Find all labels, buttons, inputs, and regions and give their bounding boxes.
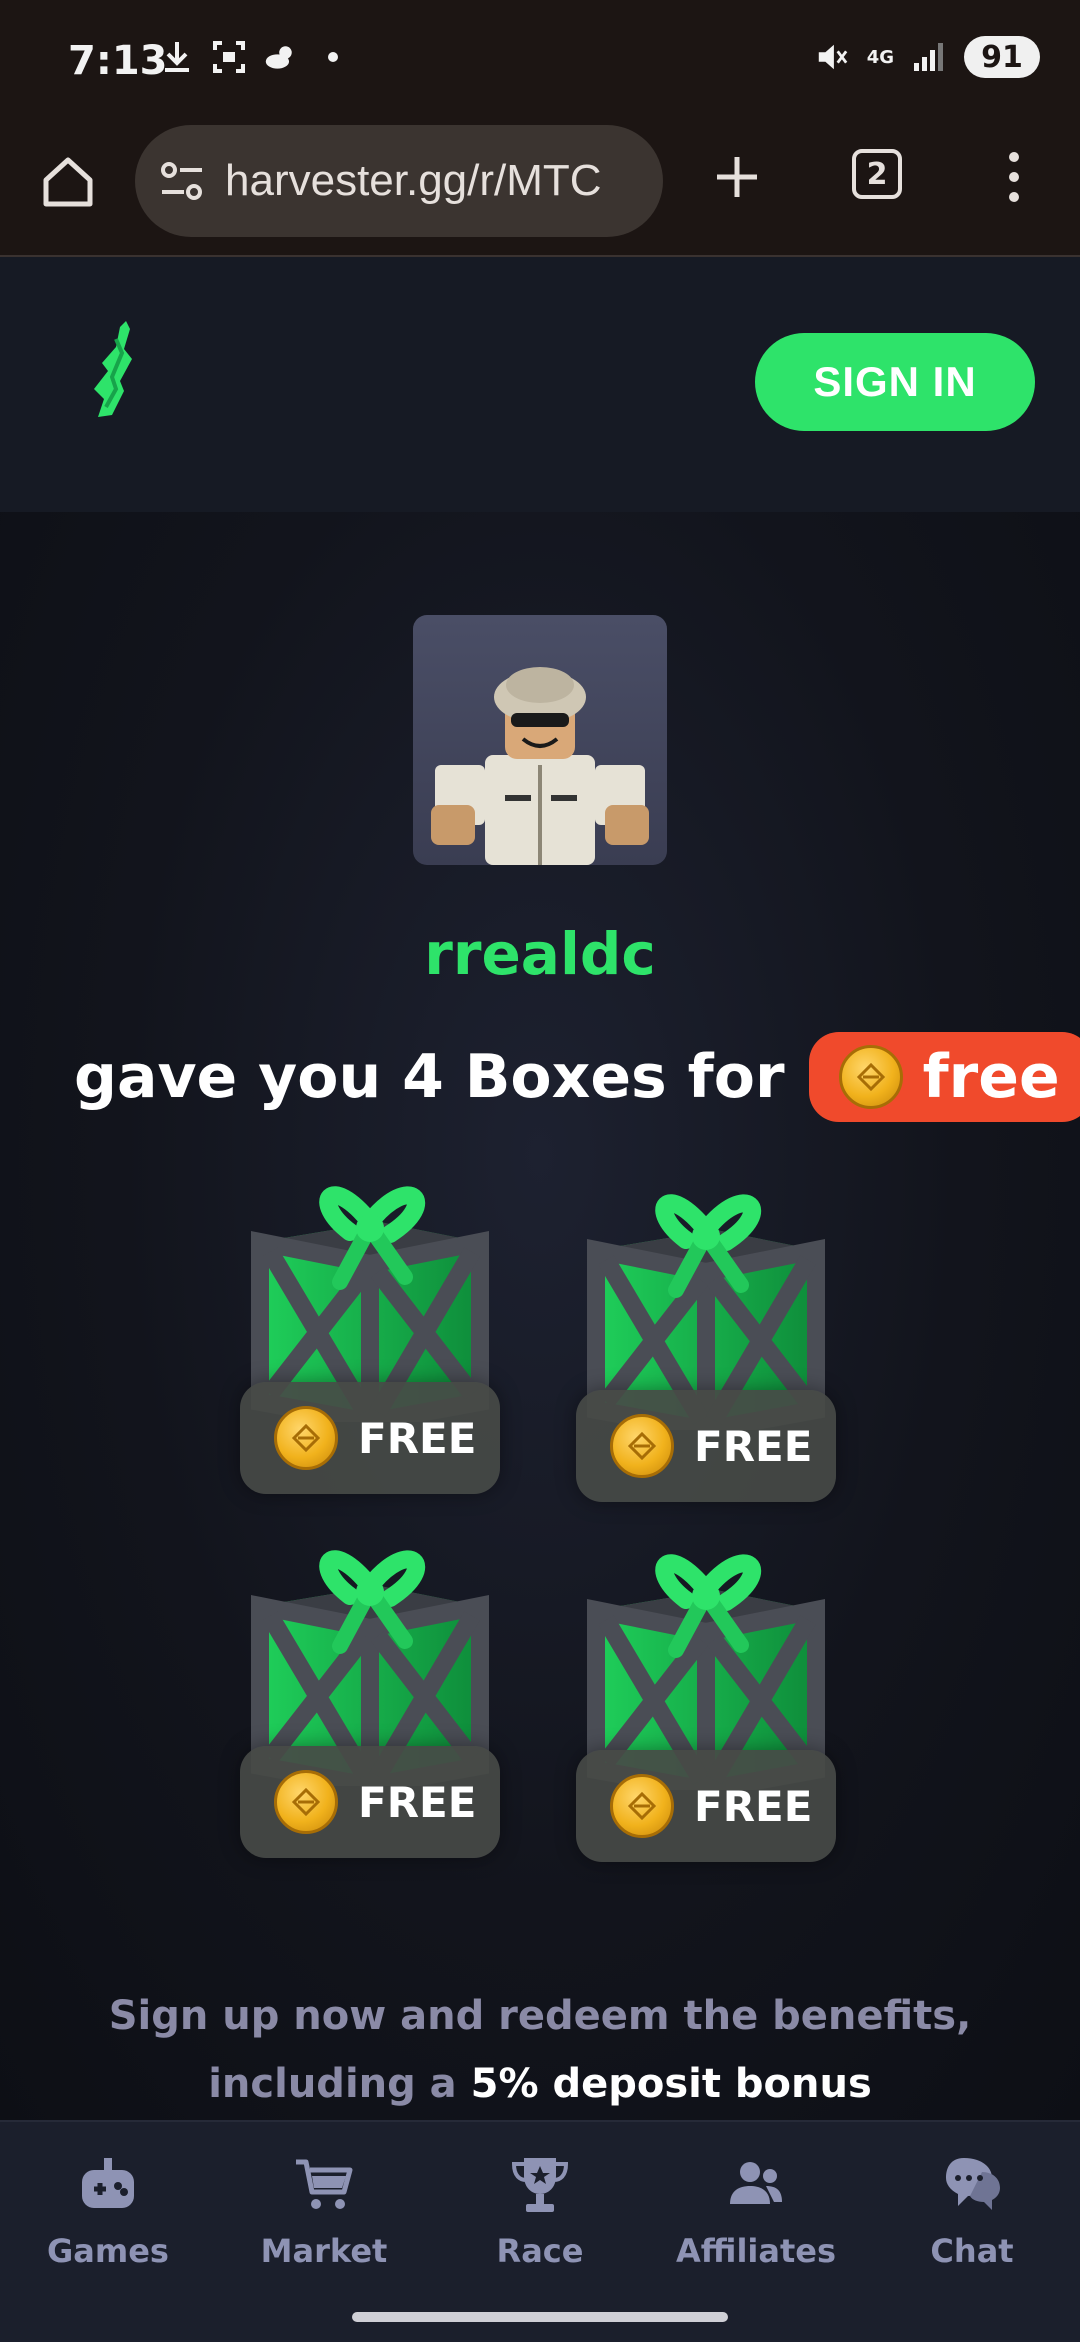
weather-icon <box>264 40 298 74</box>
download-icon <box>160 40 194 74</box>
nav-item-affiliates[interactable]: Affiliates <box>656 2152 856 2270</box>
menu-dot-icon <box>1009 152 1019 162</box>
gift-headline-text: gave you 4 Boxes for <box>74 1042 785 1112</box>
box-free-badge: FREE <box>240 1746 500 1858</box>
coin-icon <box>274 1406 338 1470</box>
browser-toolbar: harvester.gg/r/MTC 2 <box>0 125 1080 257</box>
gamepad-icon <box>76 2152 140 2216</box>
box-free-label: FREE <box>358 1777 477 1827</box>
nav-item-games[interactable]: Games <box>8 2152 208 2270</box>
free-pill: free <box>808 1032 1080 1122</box>
status-right-icons: 4G 91 <box>815 36 1040 78</box>
coin-icon <box>610 1774 674 1838</box>
home-indicator <box>352 2312 728 2322</box>
avatar-image <box>431 667 649 865</box>
trophy-icon <box>508 2152 572 2216</box>
nav-item-chat[interactable]: Chat <box>872 2152 1072 2270</box>
box-free-badge: FREE <box>576 1390 836 1502</box>
status-time: 7:13 <box>68 38 168 84</box>
new-tab-button[interactable] <box>705 145 769 209</box>
nav-item-label: Chat <box>930 2232 1014 2270</box>
nav-item-label: Race <box>496 2232 584 2270</box>
home-icon <box>43 157 93 207</box>
menu-dot-icon <box>1009 192 1019 202</box>
gift-boxes-grid: FREE FREE FREE FREE <box>220 1172 870 1912</box>
network-type: 4G <box>866 46 894 68</box>
site-header: SIGN IN <box>0 257 1080 512</box>
promo-highlight: 5% deposit bonus <box>470 2061 872 2107</box>
sign-in-button[interactable]: SIGN IN <box>755 333 1035 431</box>
coin-icon <box>838 1045 903 1109</box>
browser-menu-button[interactable] <box>994 145 1034 209</box>
nav-item-label: Affiliates <box>675 2232 837 2270</box>
harvester-logo-icon[interactable] <box>90 319 138 419</box>
box-free-label: FREE <box>694 1421 813 1471</box>
tab-switcher-button[interactable]: 2 <box>852 149 902 199</box>
gift-box[interactable]: FREE <box>556 1540 856 1870</box>
signal-icon <box>912 40 946 74</box>
address-text: harvester.gg/r/MTC <box>225 156 602 205</box>
address-bar[interactable]: harvester.gg/r/MTC <box>135 125 663 237</box>
browser-home-button[interactable] <box>36 150 100 214</box>
box-free-badge: FREE <box>240 1382 500 1494</box>
status-left-icons <box>160 40 350 74</box>
screenshot-icon <box>212 40 246 74</box>
box-free-label: FREE <box>358 1413 477 1463</box>
coin-icon <box>610 1414 674 1478</box>
status-bar: 7:13 4G 91 <box>0 0 1080 125</box>
gift-box[interactable]: FREE <box>220 1536 520 1866</box>
site-settings-icon[interactable] <box>157 156 207 206</box>
box-free-label: FREE <box>694 1781 813 1831</box>
promo-text: Sign up now and redeem the benefits, inc… <box>0 1982 1080 2118</box>
box-free-badge: FREE <box>576 1750 836 1862</box>
referrer-username: rrealdc <box>424 920 656 988</box>
battery-indicator: 91 <box>964 36 1040 78</box>
nav-item-race[interactable]: Race <box>440 2152 640 2270</box>
dot-icon <box>316 40 350 74</box>
menu-dot-icon <box>1009 172 1019 182</box>
bottom-navigation: Games Market Race Affiliates Chat <box>0 2120 1080 2342</box>
nav-item-label: Games <box>47 2232 169 2270</box>
nav-item-market[interactable]: Market <box>224 2152 424 2270</box>
nav-item-label: Market <box>260 2232 388 2270</box>
referral-main: rrealdc gave you 4 Boxes for free FREE F… <box>0 512 1080 2120</box>
chat-icon <box>940 2152 1004 2216</box>
coin-icon <box>274 1770 338 1834</box>
gift-box[interactable]: FREE <box>220 1172 520 1502</box>
gift-box[interactable]: FREE <box>556 1180 856 1510</box>
free-pill-text: free <box>922 1042 1060 1112</box>
users-icon <box>724 2152 788 2216</box>
mute-icon <box>815 40 849 74</box>
plus-icon <box>717 157 757 197</box>
avatar <box>413 615 667 865</box>
gift-headline: gave you 4 Boxes for free <box>74 1032 1080 1122</box>
cart-icon <box>292 2152 356 2216</box>
